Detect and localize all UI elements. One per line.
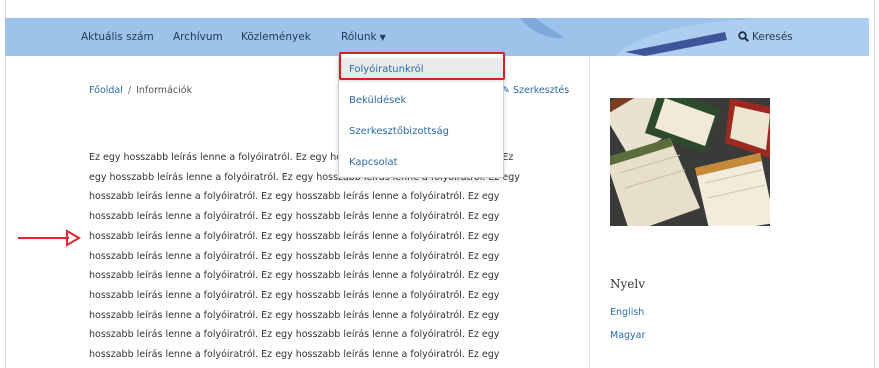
description-line: hosszabb leírás lenne a folyóiratról. Ez… — [89, 349, 500, 361]
nav-item-current-issue[interactable]: Aktuális szám — [81, 18, 154, 56]
annotation-arrow-icon — [18, 229, 81, 247]
top-navbar: Aktuális szám Archívum Közlemények Rólun… — [5, 18, 869, 56]
description-line: hosszabb leírás lenne a folyóiratról. Ez… — [89, 211, 500, 223]
breadcrumb-separator: / — [127, 85, 132, 96]
edit-link-label: Szerkesztés — [512, 85, 570, 96]
breadcrumb: Főoldal / Információk — [89, 85, 192, 96]
description-line: hosszabb leírás lenne a folyóiratról. Ez… — [89, 329, 500, 341]
nav-item-about[interactable]: Rólunk ▼ — [341, 18, 386, 56]
search-label: Keresés — [752, 31, 793, 43]
description-line: hosszabb leírás lenne a folyóiratról. Ez… — [89, 289, 500, 301]
search-icon — [738, 31, 749, 42]
nav-item-about-label: Rólunk — [341, 31, 377, 43]
caret-down-icon: ▼ — [379, 33, 386, 42]
description-line: hosszabb leírás lenne a folyóiratról. Ez… — [89, 191, 500, 203]
dropdown-item-contact[interactable]: Kapcsolat — [339, 151, 503, 175]
journal-cover-image — [610, 98, 770, 226]
nav-item-archive[interactable]: Archívum — [173, 18, 223, 56]
language-heading: Nyelv — [610, 277, 645, 291]
breadcrumb-current: Információk — [136, 85, 193, 96]
description-line: hosszabb leírás lenne a folyóiratról. Ez… — [89, 230, 500, 242]
description-line: hosszabb leírás lenne a folyóiratról. Ez… — [89, 309, 500, 321]
dropdown-item-editorial-board[interactable]: Szerkesztőbizottság — [339, 120, 503, 144]
nav-search[interactable]: Keresés — [738, 18, 793, 56]
edit-link[interactable]: ✎ Szerkesztés — [502, 85, 569, 96]
breadcrumb-home[interactable]: Főoldal — [89, 85, 123, 96]
description-line: hosszabb leírás lenne a folyóiratról. Ez… — [89, 250, 500, 262]
journal-description: Ez egy hosszabb leírás lenne a folyóirat… — [89, 148, 589, 368]
books-illustration — [610, 98, 770, 226]
dropdown-item-submissions[interactable]: Beküldések — [339, 89, 503, 113]
language-english-link[interactable]: English — [610, 307, 644, 318]
highlight-box — [339, 52, 505, 80]
nav-item-announcements[interactable]: Közlemények — [241, 18, 311, 56]
description-line: hosszabb leírás lenne a folyóiratról. Ez… — [89, 270, 500, 282]
sidebar-divider — [589, 56, 590, 368]
language-magyar-link[interactable]: Magyar — [610, 330, 645, 341]
